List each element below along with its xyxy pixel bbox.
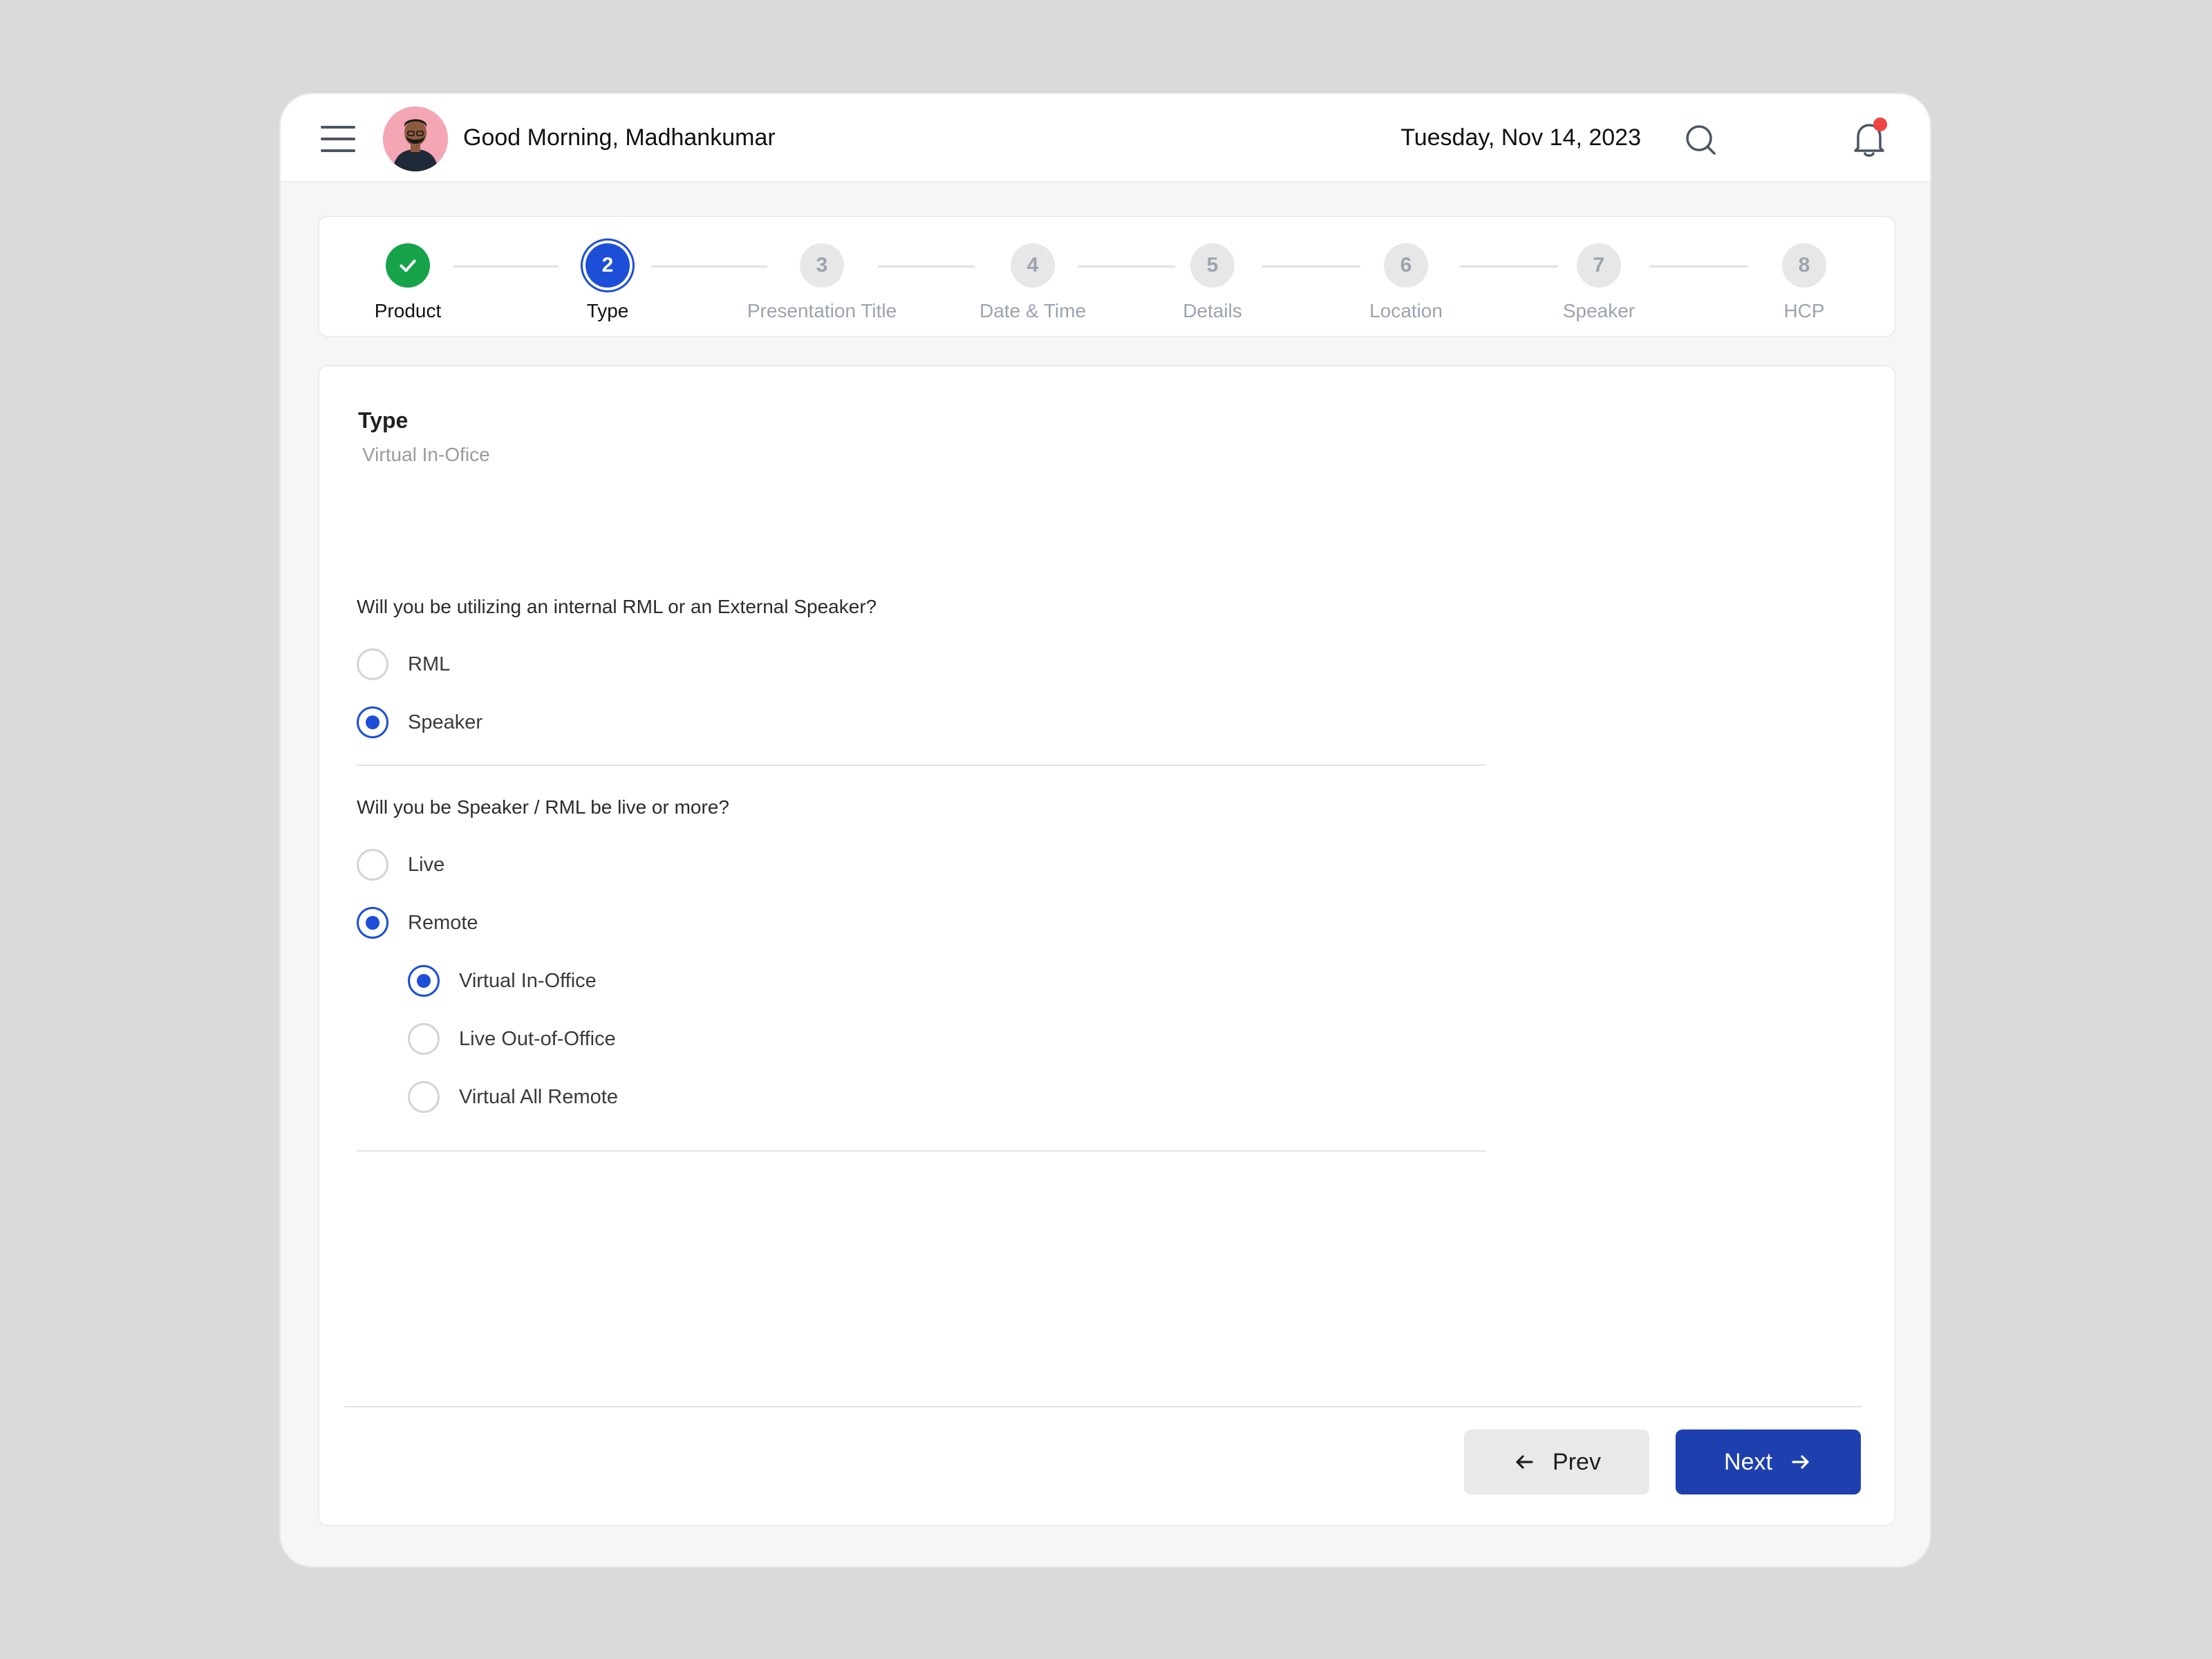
- divider: [357, 765, 1486, 766]
- radio-remote[interactable]: Remote: [357, 907, 478, 939]
- radio-button[interactable]: [408, 1023, 440, 1055]
- radio-button[interactable]: [408, 1081, 440, 1113]
- step-number: 3: [800, 243, 844, 288]
- progress-stepper: Product 2 Type 3 Presentation Title 4 Da…: [318, 216, 1895, 337]
- top-header: Good Morning, Madhankumar Tuesday, Nov 1…: [281, 94, 1930, 182]
- step-date-time[interactable]: 4 Date & Time: [929, 243, 1136, 322]
- radio-button[interactable]: [357, 849, 388, 881]
- radio-label: Virtual All Remote: [459, 1085, 618, 1108]
- bell-icon[interactable]: [1850, 118, 1888, 159]
- radio-button[interactable]: [357, 706, 388, 738]
- step-label: Details: [1183, 300, 1242, 321]
- radio-speaker[interactable]: Speaker: [357, 706, 482, 738]
- question-live-remote: Will you be Speaker / RML be live or mor…: [357, 796, 729, 818]
- step-number: 2: [585, 243, 630, 288]
- radio-label: Live: [408, 853, 445, 876]
- step-presentation-title[interactable]: 3 Presentation Title: [718, 243, 926, 322]
- step-number: 6: [1384, 243, 1428, 288]
- notification-dot: [1873, 118, 1887, 131]
- greeting-text: Good Morning, Madhankumar: [463, 124, 776, 151]
- radio-label: Speaker: [408, 711, 483, 733]
- next-button[interactable]: Next: [1676, 1430, 1861, 1494]
- prev-button[interactable]: Prev: [1464, 1430, 1649, 1494]
- step-number: 4: [1011, 243, 1055, 288]
- step-location[interactable]: 6 Location: [1302, 243, 1510, 322]
- step-product[interactable]: Product: [304, 243, 512, 322]
- question-speaker-type: Will you be utilizing an internal RML or…: [357, 596, 877, 617]
- step-label: HCP: [1783, 300, 1825, 321]
- step-number: 8: [1782, 243, 1826, 288]
- radio-virtual-all-remote[interactable]: Virtual All Remote: [408, 1081, 618, 1113]
- search-icon[interactable]: [1684, 123, 1717, 156]
- current-date: Tuesday, Nov 14, 2023: [1400, 124, 1641, 151]
- radio-virtual-in-office[interactable]: Virtual In-Office: [408, 965, 597, 997]
- radio-live[interactable]: Live: [357, 849, 444, 881]
- step-label: Date & Time: [979, 300, 1087, 321]
- radio-button[interactable]: [408, 965, 440, 997]
- avatar[interactable]: [383, 106, 448, 171]
- prev-label: Prev: [1553, 1448, 1601, 1475]
- next-label: Next: [1724, 1448, 1772, 1475]
- step-label: Location: [1369, 300, 1443, 321]
- radio-rml[interactable]: RML: [357, 648, 450, 680]
- radio-live-out-of-office[interactable]: Live Out-of-Office: [408, 1023, 616, 1055]
- step-hcp[interactable]: 8 HCP: [1700, 243, 1908, 322]
- app-window: Good Morning, Madhankumar Tuesday, Nov 1…: [279, 93, 1931, 1568]
- type-form: Type Virtual In-Ofice Will you be utiliz…: [318, 365, 1895, 1526]
- radio-label: Live Out-of-Office: [459, 1027, 616, 1050]
- check-icon: [386, 243, 430, 288]
- step-label: Speaker: [1562, 300, 1635, 321]
- divider: [357, 1150, 1486, 1152]
- step-type[interactable]: 2 Type: [504, 243, 711, 322]
- step-details[interactable]: 5 Details: [1109, 243, 1316, 322]
- step-label: Presentation Title: [747, 300, 897, 321]
- radio-button[interactable]: [357, 648, 388, 680]
- radio-label: RML: [408, 653, 451, 675]
- step-number: 7: [1577, 243, 1621, 288]
- step-label: Product: [374, 300, 442, 321]
- radio-label: Remote: [408, 911, 478, 934]
- arrow-right-icon: [1792, 1455, 1809, 1469]
- step-number: 5: [1190, 243, 1235, 288]
- radio-label: Virtual In-Office: [459, 969, 597, 992]
- footer-divider: [344, 1406, 1862, 1407]
- arrow-left-icon: [1516, 1455, 1533, 1469]
- section-title: Type: [358, 408, 409, 433]
- menu-icon[interactable]: [321, 126, 355, 152]
- radio-button[interactable]: [357, 907, 388, 939]
- step-label: Type: [586, 300, 629, 321]
- section-subtitle: Virtual In-Ofice: [362, 444, 490, 465]
- step-speaker[interactable]: 7 Speaker: [1495, 243, 1703, 322]
